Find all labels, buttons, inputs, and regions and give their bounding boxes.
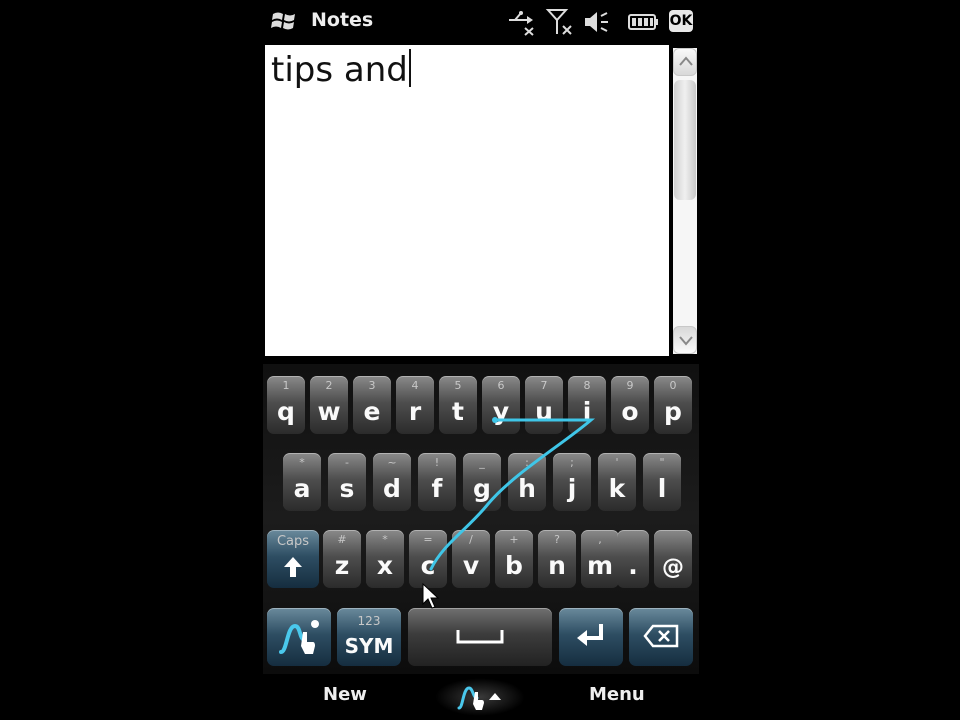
key-m[interactable]: ,m: [581, 530, 619, 588]
caps-key[interactable]: Caps: [267, 530, 319, 588]
key-k[interactable]: ' k: [598, 453, 636, 511]
cursor-pointer-icon: [422, 582, 440, 609]
key-f[interactable]: ! f: [418, 453, 456, 511]
key-d[interactable]: ~ d: [373, 453, 411, 511]
scroll-up-button[interactable]: [673, 48, 697, 76]
status-bar: Notes OK: [263, 0, 699, 42]
note-text-line: tips and: [271, 49, 411, 90]
key-v[interactable]: / v: [452, 530, 490, 588]
key-s[interactable]: -s: [328, 453, 366, 511]
key-period[interactable]: .: [617, 530, 649, 588]
swype-keyboard: 1q 2w 3e 4r 5t 6y 7u 8i 9o 0p * a -s ~ d !…: [263, 364, 699, 674]
key-q[interactable]: 1q: [267, 376, 305, 434]
key-at[interactable]: @: [654, 530, 692, 588]
volume-icon[interactable]: [581, 8, 611, 36]
key-b[interactable]: + b: [495, 530, 533, 588]
note-text: tips and: [271, 50, 408, 90]
new-softkey[interactable]: New: [323, 684, 367, 705]
shift-arrow-icon: [284, 557, 302, 577]
swype-input-icon: [457, 686, 501, 710]
backspace-key[interactable]: [629, 608, 693, 666]
key-w[interactable]: 2w: [310, 376, 348, 434]
battery-icon[interactable]: [627, 8, 659, 36]
key-h[interactable]: :h: [508, 453, 546, 511]
swype-logo-icon: [279, 620, 319, 654]
key-c[interactable]: = c: [409, 530, 447, 588]
note-scrollbar[interactable]: [673, 48, 697, 354]
swype-key[interactable]: [267, 608, 331, 666]
ok-button[interactable]: OK: [669, 10, 693, 32]
key-t[interactable]: 5t: [439, 376, 477, 434]
key-u[interactable]: 7u: [525, 376, 563, 434]
enter-key[interactable]: [559, 608, 623, 666]
phone-screen: Notes OK tips and 1 q 2 w 3 e 4 r 5 t 6 …: [263, 0, 699, 720]
backspace-icon: [643, 624, 679, 648]
windows-flag-icon[interactable]: [271, 10, 297, 32]
key-x[interactable]: * x: [366, 530, 404, 588]
app-title: Notes: [311, 9, 374, 31]
softkey-bar: New Menu: [263, 676, 699, 720]
key-l[interactable]: " l: [643, 453, 681, 511]
key-o[interactable]: 9o: [611, 376, 649, 434]
scroll-thumb[interactable]: [674, 80, 696, 200]
key-e[interactable]: 3e: [353, 376, 391, 434]
key-z[interactable]: # z: [323, 530, 361, 588]
sym-key[interactable]: 123 SYM: [337, 608, 401, 666]
menu-softkey[interactable]: Menu: [589, 684, 645, 705]
key-y[interactable]: 6y: [482, 376, 520, 434]
enter-arrow-icon: [577, 624, 603, 646]
key-a[interactable]: * a: [283, 453, 321, 511]
chevron-down-icon: [679, 336, 693, 346]
scroll-down-button[interactable]: [673, 326, 697, 354]
key-r[interactable]: 4r: [396, 376, 434, 434]
key-p[interactable]: 0p: [654, 376, 692, 434]
key-j[interactable]: ; j: [553, 453, 591, 511]
space-key[interactable]: [408, 608, 552, 666]
connectivity-icon[interactable]: [507, 8, 537, 36]
key-n[interactable]: ? n: [538, 530, 576, 588]
chevron-up-icon: [679, 56, 693, 66]
input-method-selector[interactable]: [435, 678, 525, 716]
key-g[interactable]: _ g: [463, 453, 501, 511]
space-bar-icon: [456, 630, 504, 644]
signal-off-icon[interactable]: [545, 8, 575, 36]
note-editor[interactable]: tips and: [265, 45, 669, 356]
text-caret: [408, 49, 411, 87]
key-i[interactable]: 8i: [568, 376, 606, 434]
